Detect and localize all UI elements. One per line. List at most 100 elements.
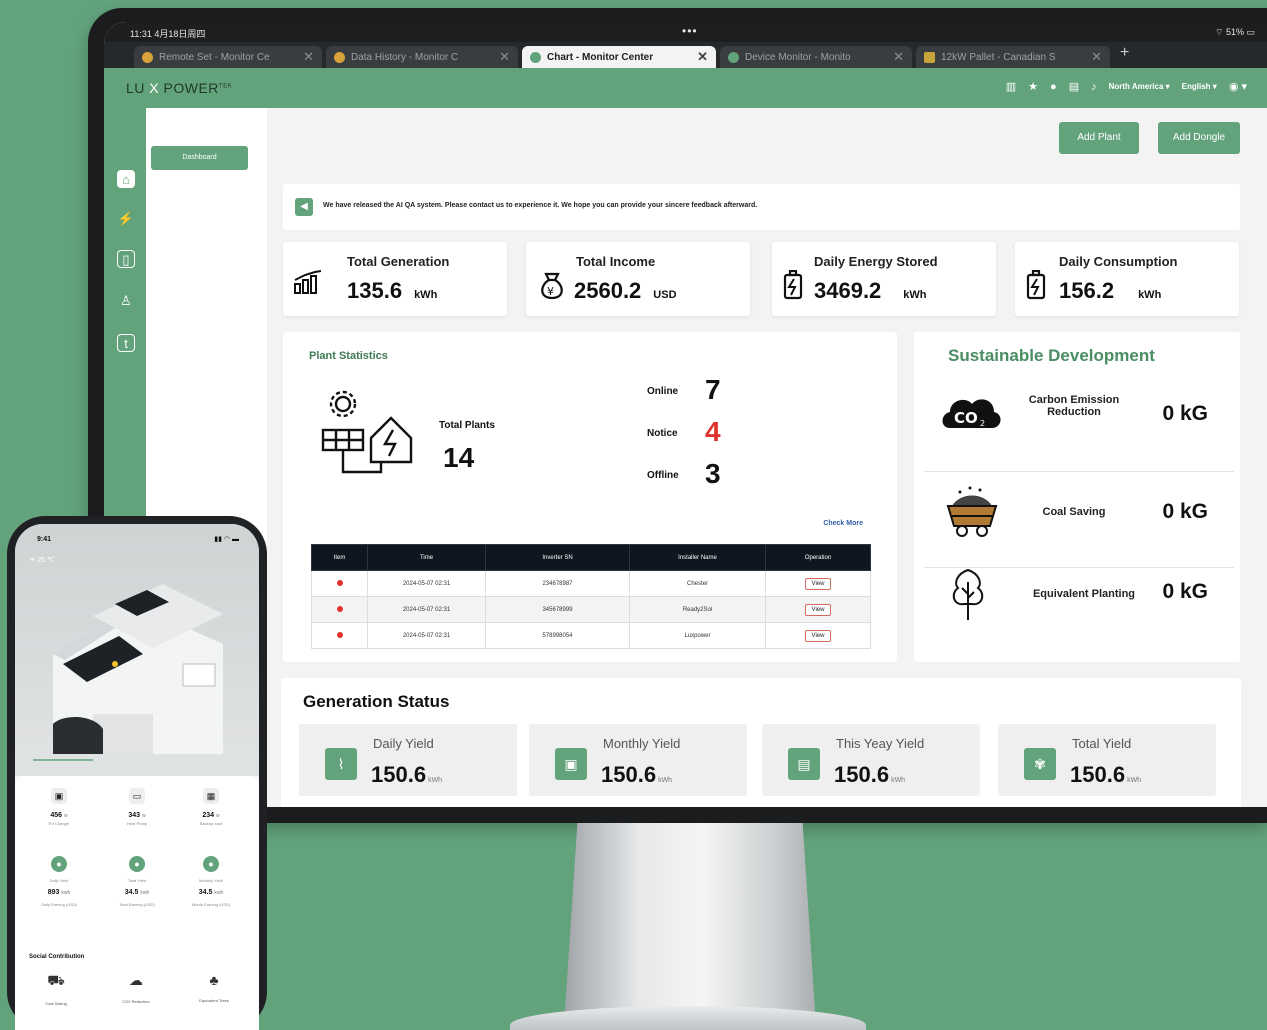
device-number: 343 (128, 812, 141, 819)
yield-number: 893 (47, 889, 60, 896)
yield-number: 150.6 (834, 762, 890, 787)
yield-title: Monthly Yield (199, 878, 223, 883)
social-item: ☁ CO2 Reduction (97, 972, 175, 1004)
ev-charger-icon: ▣ (51, 788, 67, 804)
monitor-stand (564, 823, 816, 1018)
coal-cart-icon (940, 486, 1004, 551)
table-row: 2024-05-07 02:31 345678999 Ready2Sol Vie… (311, 596, 871, 623)
view-button[interactable]: View (804, 603, 832, 616)
yield-unit: kwh (214, 890, 224, 896)
tree-icon (948, 566, 988, 627)
monthly-yield-icon: ▣ (555, 748, 587, 780)
bolt-icon[interactable]: ⚡ (117, 210, 135, 228)
device-unit: w (142, 813, 146, 819)
alert-dot-icon (336, 605, 343, 612)
notice-label: Notice (647, 428, 678, 439)
browser-tab[interactable]: Remote Set - Monitor Ce ✕ (134, 46, 322, 68)
check-more-link[interactable]: Check More (823, 520, 863, 527)
close-icon[interactable]: ✕ (303, 49, 314, 65)
user-avatar-icon[interactable]: ◉ ▾ (1229, 80, 1247, 93)
col-header: Time (367, 544, 486, 571)
chat-icon[interactable]: ● (1050, 81, 1057, 93)
language-select[interactable]: English ▾ (1182, 82, 1217, 91)
kpi-number: 2560.2 (574, 278, 642, 303)
browser-tab-active[interactable]: Chart - Monitor Center ✕ (522, 46, 716, 68)
browser-tab[interactable]: 12kW Pallet - Canadian S ✕ (916, 46, 1110, 68)
kpi-unit: kWh (903, 289, 927, 301)
app-header: LU X POWERTEK ▥ ★ ● ▤ ♪ North America ▾ … (104, 68, 1267, 108)
money-bag-icon: ¥ (536, 270, 568, 308)
bell-icon[interactable]: ♪ (1091, 81, 1097, 93)
message-icon[interactable]: ▤ (1069, 80, 1079, 93)
sustainable-development-card: Sustainable Development CO 2 Carbon Emiss… (914, 332, 1240, 662)
yield-icon: ● (129, 856, 145, 872)
kpi-unit: kWh (414, 289, 438, 301)
close-icon[interactable]: ✕ (893, 49, 904, 65)
status-dot-cell (311, 622, 368, 649)
social-label: Coal Saving (45, 1001, 67, 1006)
yield-title: Daily Yield (49, 878, 69, 883)
phone-hero: 9:41 ▮▮ ◠ ▬ ☀ 25 ℃ (15, 524, 259, 776)
region-label: North America (1108, 82, 1164, 91)
kpi-total-income: ¥ Total Income 2560.2 USD (526, 242, 750, 316)
add-plant-button[interactable]: Add Plant (1059, 122, 1139, 154)
luxpower-logo[interactable]: LU X POWERTEK (126, 80, 232, 96)
region-select[interactable]: North America ▾ (1109, 82, 1170, 91)
yield-label: Daily Yield (373, 736, 434, 751)
kpi-unit: USD (653, 289, 677, 301)
yield-label: This Yeay Yield (836, 736, 925, 751)
device-stat: ▣ 456 w EV Charger (23, 788, 95, 826)
co2-cloud-icon: CO 2 (940, 390, 1004, 439)
generation-status-card: Generation Status ⌇ Daily Yield 150.6 kWh… (281, 678, 1241, 807)
home-icon[interactable]: ⌂ (117, 170, 135, 188)
close-icon[interactable]: ✕ (697, 49, 708, 65)
monitor-screen: 11:31 4月18日周四 ••• ⌔ 51% ▭ Remote Set - M… (104, 22, 1267, 807)
alert-table: Item Time Inverter SN Installer Name Ope… (311, 544, 871, 649)
kpi-number: 3469.2 (814, 278, 882, 303)
device-unit: w (216, 813, 220, 819)
yield-unit: kwh (140, 890, 150, 896)
view-button[interactable]: View (804, 577, 832, 590)
phone-stats-panel: ▣ 456 w EV Charger ▭ 343 w Heat Pump ▦ 2… (15, 776, 259, 1030)
col-header: Installer Name (629, 544, 766, 571)
kpi-number: 156.2 (1059, 278, 1115, 303)
phone-screen: 9:41 ▮▮ ◠ ▬ ☀ 25 ℃ ▣ 456 w EV Charger ▭ … (15, 524, 259, 1030)
device-stat: ▭ 343 w Heat Pump (101, 788, 173, 826)
phone-time: 9:41 (37, 536, 52, 543)
add-dongle-button[interactable]: Add Dongle (1158, 122, 1240, 154)
megaphone-icon: ◀ (295, 198, 313, 216)
favicon-icon (728, 51, 739, 63)
users-icon[interactable]: ♙ (117, 292, 135, 310)
device-label: Backup load (199, 821, 222, 826)
phone-temperature: ☀ 25 ℃ (29, 557, 55, 564)
time-cell: 2024-05-07 02:31 (367, 570, 486, 597)
browser-tab[interactable]: Data History - Monitor C ✕ (326, 46, 518, 68)
battery-percent: 51% (1225, 27, 1244, 37)
daily-yield-icon: ⌇ (325, 748, 357, 780)
operation-cell: View (765, 622, 871, 649)
view-button[interactable]: View (804, 629, 832, 642)
yearly-yield-icon: ▤ (788, 748, 820, 780)
kpi-number: 135.6 (347, 278, 403, 303)
nav-dashboard[interactable]: Dashboard (151, 146, 248, 170)
phone-yield: ● Monthly Yield 34.5 kwh Month Earning (… (175, 856, 247, 907)
browser-tab[interactable]: Device Monitor - Monito ✕ (720, 46, 912, 68)
logo-tek: TEK (218, 83, 233, 90)
favicon-icon (334, 51, 345, 63)
favicon-icon (530, 51, 541, 63)
book-icon[interactable]: ▥ (1006, 80, 1016, 93)
close-icon[interactable]: ✕ (1091, 49, 1102, 65)
close-icon[interactable]: ✕ (499, 49, 510, 65)
tab-label: Remote Set - Monitor Ce (159, 51, 270, 63)
operation-cell: View (765, 596, 871, 623)
sn-cell: 345678999 (485, 596, 630, 623)
device-icon[interactable]: ▯ (117, 250, 135, 268)
sn-cell: 578998054 (485, 622, 630, 649)
star-icon[interactable]: ★ (1028, 80, 1038, 93)
tariff-icon[interactable]: t (117, 334, 135, 352)
device-stat: ▦ 234 w Backup load (175, 788, 247, 826)
sustainable-value: 0 kG (1162, 500, 1208, 523)
device-number: 234 (202, 812, 215, 819)
new-tab-button[interactable]: + (1120, 44, 1129, 62)
sustainable-row: Equivalent Planting 0 kG (924, 568, 1234, 664)
